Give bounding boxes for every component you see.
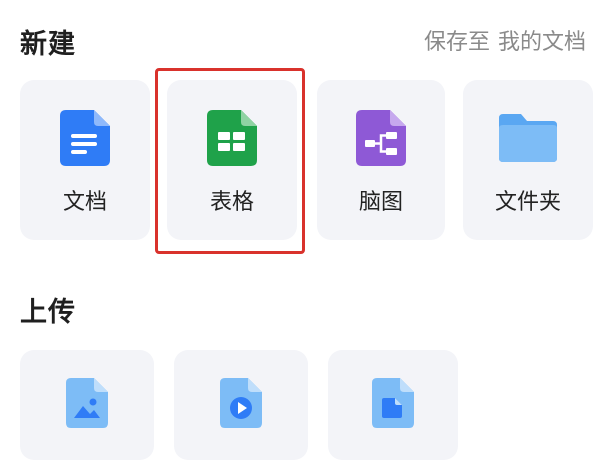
video-file-icon <box>220 378 262 428</box>
save-to-label: 保存至 <box>423 30 490 55</box>
upload-section-title: 上传 <box>20 297 76 328</box>
new-folder-label: 文件夹 <box>494 190 561 215</box>
save-to-location: 我的文档 <box>497 30 586 55</box>
mindmap-icon <box>356 110 406 166</box>
new-document-label: 文档 <box>62 190 107 215</box>
doc-icon <box>60 110 110 166</box>
folder-icon <box>499 114 557 162</box>
new-document-card[interactable]: 文档 <box>20 80 150 240</box>
upload-file-card[interactable] <box>328 350 458 460</box>
new-folder-card[interactable]: 文件夹 <box>463 80 593 240</box>
image-file-icon <box>66 378 108 428</box>
new-section-title: 新建 <box>20 29 76 60</box>
new-mindmap-card[interactable]: 脑图 <box>317 80 445 240</box>
upload-video-card[interactable] <box>174 350 308 460</box>
upload-image-card[interactable] <box>20 350 154 460</box>
save-to-link[interactable]: 保存至 我的文档 <box>424 24 586 56</box>
file-icon <box>372 378 414 428</box>
new-mindmap-label: 脑图 <box>358 190 403 215</box>
highlight-box <box>155 68 305 254</box>
